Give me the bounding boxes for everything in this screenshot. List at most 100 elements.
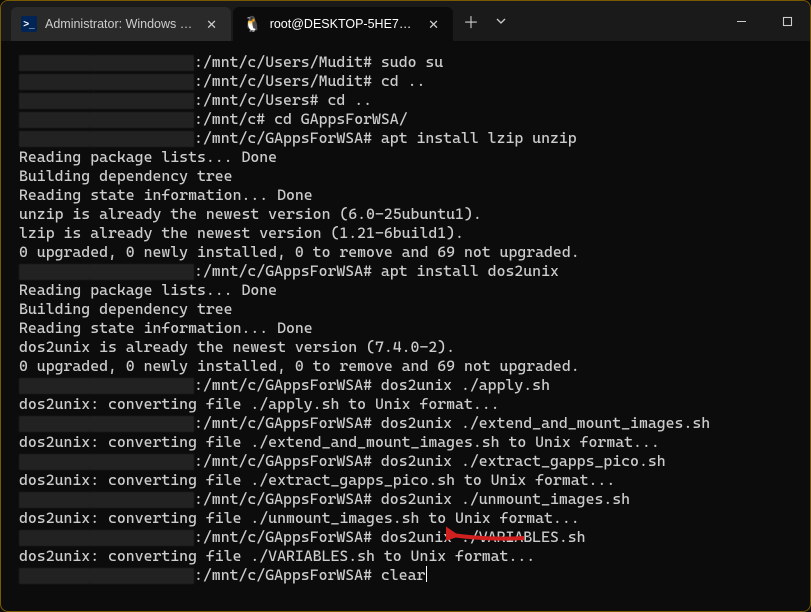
prompt-path: :/mnt/c/GAppsForWSA# — [194, 490, 372, 509]
output-text: dos2unix: converting file ./apply.sh to … — [19, 395, 500, 414]
prompt-hostname — [19, 53, 194, 72]
output-text: Reading state information... Done — [19, 319, 313, 338]
prompt-path: :/mnt/c/GAppsForWSA# — [194, 414, 372, 433]
maximize-icon — [782, 16, 793, 27]
redacted-hostname — [19, 55, 194, 71]
command-text: dos2unix ./apply.sh — [372, 376, 550, 395]
command-text: dos2unix ./extend_and_mount_images.sh — [372, 414, 710, 433]
tab-dropdown-button[interactable] — [487, 1, 515, 41]
output-line: Reading state information... Done — [19, 186, 792, 205]
prompt-hostname — [19, 376, 194, 395]
linux-icon: 🐧 — [243, 17, 262, 32]
output-text: unzip is already the newest version (6.0… — [19, 205, 482, 224]
redacted-hostname — [19, 112, 194, 128]
output-text: Building dependency tree — [19, 167, 233, 186]
redacted-hostname — [19, 93, 194, 109]
minimize-button[interactable] — [718, 1, 764, 41]
output-line: dos2unix: converting file ./extend_and_m… — [19, 433, 792, 452]
output-text: dos2unix: converting file ./extract_gapp… — [19, 471, 615, 490]
redacted-hostname — [19, 568, 194, 584]
prompt-line: :/mnt/c/GAppsForWSA# apt install dos2uni… — [19, 262, 792, 281]
prompt-hostname — [19, 91, 194, 110]
tab-wsl[interactable]: 🐧 root@DESKTOP-5HE77VO: /mn ✕ — [233, 7, 453, 41]
redacted-hostname — [19, 264, 194, 280]
output-text: Reading state information... Done — [19, 186, 313, 205]
command-text: clear — [372, 566, 425, 585]
prompt-line: :/mnt/c# cd GAppsForWSA/ — [19, 110, 792, 129]
maximize-button[interactable] — [764, 1, 810, 41]
output-text: 0 upgraded, 0 newly installed, 0 to remo… — [19, 357, 580, 376]
prompt-hostname — [19, 414, 194, 433]
output-line: unzip is already the newest version (6.0… — [19, 205, 792, 224]
output-text: dos2unix: converting file ./VARIABLES.sh… — [19, 547, 535, 566]
prompt-path: :/mnt/c/GAppsForWSA# — [194, 376, 372, 395]
prompt-path: :/mnt/c/GAppsForWSA# — [194, 129, 372, 148]
terminal-window: >_ Administrator: Windows PowerS ✕ 🐧 root@DE… — [0, 0, 811, 612]
command-text: apt install dos2unix — [372, 262, 559, 281]
output-text: Building dependency tree — [19, 300, 233, 319]
prompt-path: :/mnt/c# — [194, 110, 265, 129]
output-line: Reading package lists... Done — [19, 148, 792, 167]
prompt-path: :/mnt/c/Users/Mudit# — [194, 72, 372, 91]
prompt-line: :/mnt/c/GAppsForWSA# apt install lzip un… — [19, 129, 792, 148]
tab-label: root@DESKTOP-5HE77VO: /mn — [270, 17, 416, 31]
prompt-line: :/mnt/c/GAppsForWSA# clear — [19, 566, 792, 585]
output-line: lzip is already the newest version (1.21… — [19, 224, 792, 243]
output-text: Reading package lists... Done — [19, 281, 277, 300]
powershell-icon: >_ — [21, 16, 37, 32]
prompt-hostname — [19, 452, 194, 471]
tab-powershell[interactable]: >_ Administrator: Windows PowerS ✕ — [11, 7, 231, 41]
command-text: dos2unix ./extract_gapps_pico.sh — [372, 452, 666, 471]
prompt-line: :/mnt/c/GAppsForWSA# dos2unix ./unmount_… — [19, 490, 792, 509]
close-tab-button[interactable]: ✕ — [424, 16, 443, 33]
output-text: dos2unix: converting file ./unmount_imag… — [19, 509, 580, 528]
prompt-hostname — [19, 490, 194, 509]
output-text: dos2unix: converting file ./extend_and_m… — [19, 433, 660, 452]
command-text: sudo su — [372, 53, 443, 72]
output-text: lzip is already the newest version (1.21… — [19, 224, 464, 243]
output-line: 0 upgraded, 0 newly installed, 0 to remo… — [19, 243, 792, 262]
command-text: cd .. — [319, 91, 372, 110]
output-line: dos2unix: converting file ./extract_gapp… — [19, 471, 792, 490]
prompt-path: :/mnt/c/Users# — [194, 91, 319, 110]
prompt-hostname — [19, 528, 194, 547]
prompt-path: :/mnt/c/GAppsForWSA# — [194, 566, 372, 585]
prompt-hostname — [19, 72, 194, 91]
output-line: Building dependency tree — [19, 167, 792, 186]
prompt-path: :/mnt/c/GAppsForWSA# — [194, 528, 372, 547]
output-line: dos2unix: converting file ./VARIABLES.sh… — [19, 547, 792, 566]
output-text: dos2unix is already the newest version (… — [19, 338, 455, 357]
redacted-hostname — [19, 378, 194, 394]
prompt-line: :/mnt/c/Users/Mudit# sudo su — [19, 53, 792, 72]
text-cursor — [426, 566, 427, 582]
command-text: dos2unix ./VARIABLES.sh — [372, 528, 586, 547]
command-text: dos2unix ./unmount_images.sh — [372, 490, 630, 509]
output-line: 0 upgraded, 0 newly installed, 0 to remo… — [19, 357, 792, 376]
close-tab-button[interactable]: ✕ — [202, 16, 221, 33]
prompt-hostname — [19, 129, 194, 148]
prompt-line: :/mnt/c/GAppsForWSA# dos2unix ./apply.sh — [19, 376, 792, 395]
redacted-hostname — [19, 131, 194, 147]
prompt-line: :/mnt/c/GAppsForWSA# dos2unix ./VARIABLE… — [19, 528, 792, 547]
prompt-line: :/mnt/c/GAppsForWSA# dos2unix ./extract_… — [19, 452, 792, 471]
prompt-line: :/mnt/c/Users# cd .. — [19, 91, 792, 110]
new-tab-button[interactable]: ＋ — [455, 1, 487, 41]
prompt-path: :/mnt/c/Users/Mudit# — [194, 53, 372, 72]
chevron-down-icon — [495, 15, 507, 27]
terminal-pane[interactable]: :/mnt/c/Users/Mudit# sudo su:/mnt/c/User… — [1, 49, 810, 611]
minimize-icon — [736, 16, 747, 27]
window-controls — [718, 1, 810, 41]
tab-label: Administrator: Windows PowerS — [45, 17, 194, 31]
output-line: dos2unix: converting file ./apply.sh to … — [19, 395, 792, 414]
output-line: dos2unix is already the newest version (… — [19, 338, 792, 357]
output-line: Reading state information... Done — [19, 319, 792, 338]
prompt-hostname — [19, 262, 194, 281]
output-line: Building dependency tree — [19, 300, 792, 319]
output-line: Reading package lists... Done — [19, 281, 792, 300]
prompt-path: :/mnt/c/GAppsForWSA# — [194, 262, 372, 281]
prompt-path: :/mnt/c/GAppsForWSA# — [194, 452, 372, 471]
redacted-hostname — [19, 454, 194, 470]
command-text: apt install lzip unzip — [372, 129, 577, 148]
output-text: Reading package lists... Done — [19, 148, 277, 167]
prompt-line: :/mnt/c/Users/Mudit# cd .. — [19, 72, 792, 91]
